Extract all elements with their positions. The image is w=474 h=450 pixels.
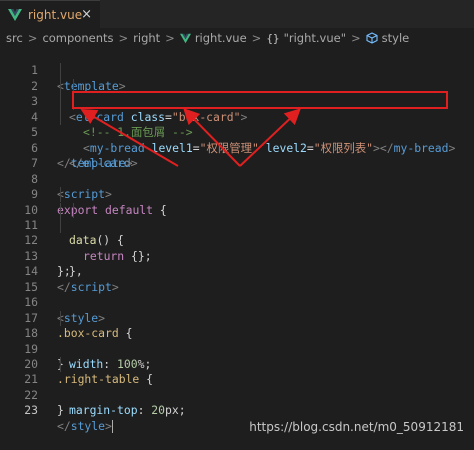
chevron-right-icon: >	[118, 31, 129, 45]
annotation-arrow	[80, 108, 179, 167]
close-icon[interactable]: ×	[81, 7, 92, 22]
chevron-right-icon: >	[351, 31, 361, 45]
tab-bar: right.vue ×	[0, 0, 474, 29]
chevron-right-icon: >	[251, 31, 262, 45]
tab-label: right.vue	[28, 8, 83, 22]
breadcrumb-item-file[interactable]: right.vue	[195, 31, 247, 45]
breadcrumb-item-components[interactable]: components	[42, 31, 113, 45]
annotation-arrow	[239, 108, 301, 167]
breadcrumb-item-module[interactable]: "right.vue"	[284, 31, 346, 45]
breadcrumb-item-src[interactable]: src	[6, 31, 23, 45]
watermark: https://blog.csdn.net/m0_50912181	[249, 420, 464, 434]
breadcrumb-item-style[interactable]: style	[382, 31, 410, 45]
code-editor[interactable]: 1 <template> 2 <el-card class="box-card"…	[0, 48, 474, 440]
breadcrumb-item-right[interactable]: right	[133, 31, 160, 45]
vue-logo-icon	[8, 9, 22, 21]
braces-icon: {}	[266, 31, 280, 45]
breadcrumb: src > components > right > right.vue > {…	[0, 28, 474, 48]
annotation-arrow	[183, 108, 241, 167]
cube-icon	[366, 32, 378, 44]
vue-file-icon	[179, 33, 191, 43]
tab-right-vue[interactable]: right.vue ×	[0, 0, 100, 29]
chevron-right-icon: >	[165, 31, 175, 45]
annotation-arrows	[80, 108, 301, 167]
chevron-right-icon: >	[27, 31, 38, 45]
